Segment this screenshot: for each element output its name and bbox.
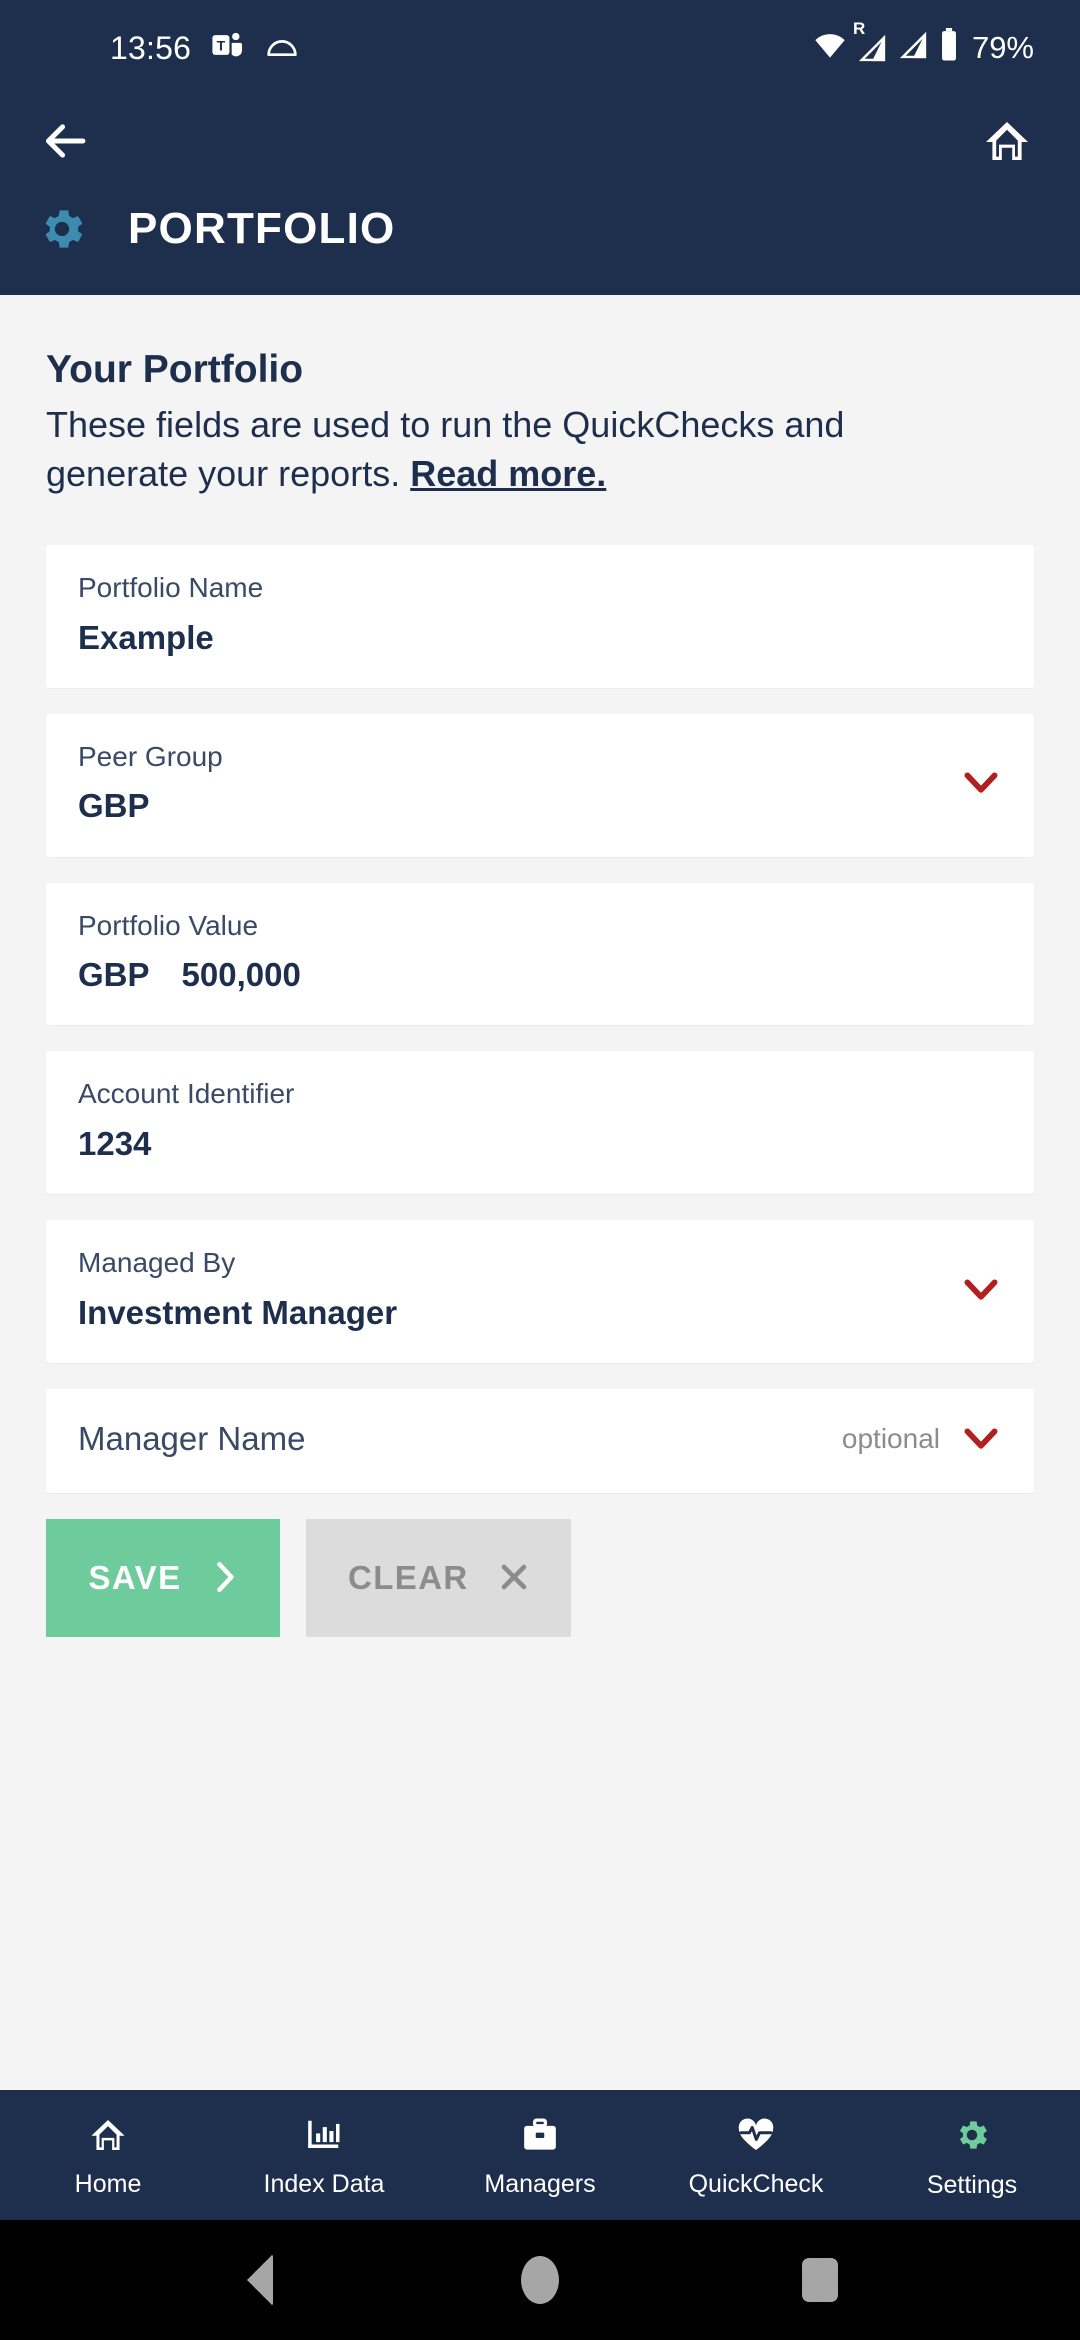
- teams-icon: T: [211, 28, 245, 67]
- form-field-card[interactable]: Account Identifier 1234: [46, 1051, 1034, 1195]
- nav-item-label: Managers: [484, 2170, 596, 2198]
- form-field-value-text: GBP: [78, 787, 150, 825]
- close-icon: [499, 1562, 529, 1595]
- phone-screen: 13:56 T R 79% PORTFOLIO Your Portfolio T…: [0, 0, 1080, 2340]
- main-content: Your Portfolio These fields are used to …: [0, 295, 1080, 2090]
- android-navigation-bar: [0, 2220, 1080, 2340]
- status-bar: 13:56 T R 79%: [0, 0, 1080, 95]
- form-field-trailing: [964, 1273, 998, 1307]
- section-description: These fields are used to run the QuickCh…: [46, 401, 876, 499]
- signal-icon-2: [897, 30, 929, 65]
- briefcase-icon: [521, 2117, 559, 2158]
- home-icon: [89, 2117, 127, 2158]
- nav-item-label: Index Data: [263, 2170, 385, 2198]
- form-field-value-text: 1234: [78, 1125, 152, 1163]
- save-button-label: SAVE: [88, 1559, 182, 1597]
- clear-button[interactable]: CLEAR: [306, 1519, 571, 1638]
- form-field-label: Portfolio Name: [78, 571, 264, 603]
- chevron-down-icon[interactable]: [964, 1422, 998, 1456]
- form-field-trailing: [964, 766, 998, 800]
- form-field-value: Investment Manager: [78, 1292, 944, 1333]
- read-more-link[interactable]: Read more.: [410, 453, 606, 494]
- android-back-button[interactable]: [205, 2225, 315, 2335]
- bottom-navigation: Home Index Data Managers QuickCheck Settings: [0, 2090, 1080, 2220]
- chevron-down-icon[interactable]: [964, 766, 998, 800]
- form-field-body: Managed By Investment Manager: [78, 1246, 944, 1333]
- signal-icon-1: R: [853, 20, 888, 63]
- portfolio-form: Portfolio Name Example Peer Group GBP Portfo…: [46, 544, 1034, 1494]
- back-button[interactable]: [34, 108, 100, 174]
- form-field-body: Manager Name: [78, 1419, 822, 1459]
- chevron-down-icon[interactable]: [964, 1273, 998, 1307]
- status-bar-right: R 79%: [813, 20, 1034, 67]
- nav-item-label: Settings: [926, 2171, 1018, 2199]
- gear-icon: [36, 203, 88, 255]
- home-button[interactable]: [974, 108, 1040, 174]
- page-title: PORTFOLIO: [128, 204, 396, 253]
- gear-icon: [953, 2116, 991, 2159]
- form-field-value-text: 500,000: [181, 956, 301, 994]
- form-field-card[interactable]: Portfolio Value GBP 500,000: [46, 882, 1034, 1026]
- nav-item-index-data[interactable]: Index Data: [216, 2113, 432, 2197]
- section-heading: Your Portfolio: [46, 348, 304, 391]
- form-field-label: Account Identifier: [78, 1078, 295, 1110]
- form-field-value-text: Investment Manager: [78, 1293, 398, 1331]
- clear-button-label: CLEAR: [348, 1559, 469, 1597]
- form-field-label: Peer Group: [78, 740, 223, 772]
- form-field-card[interactable]: Peer Group GBP: [46, 713, 1034, 857]
- form-field-label: Manager Name: [78, 1420, 306, 1458]
- roaming-label: R: [852, 18, 866, 38]
- save-button[interactable]: SAVE: [46, 1519, 280, 1638]
- chevron-right-icon: [212, 1561, 238, 1596]
- form-field-value: 1234: [78, 1123, 998, 1164]
- nav-item-managers[interactable]: Managers: [432, 2113, 648, 2197]
- battery-icon: [938, 28, 960, 67]
- form-field-body: Account Identifier 1234: [78, 1077, 998, 1164]
- form-field-value-text: Example: [78, 618, 214, 656]
- cloud-icon: [265, 31, 299, 64]
- form-field-value-prefix: GBP: [78, 956, 150, 994]
- nav-item-label: QuickCheck: [688, 2170, 824, 2198]
- nav-item-home[interactable]: Home: [0, 2113, 216, 2197]
- form-field-value: GBP 500,000: [78, 954, 998, 995]
- wifi-icon: [813, 31, 847, 64]
- form-field-value: Example: [78, 617, 998, 658]
- svg-text:T: T: [217, 39, 226, 55]
- battery-percent: 79%: [971, 29, 1034, 65]
- status-bar-left: 13:56 T: [110, 28, 299, 67]
- form-field-card[interactable]: Portfolio Name Example: [46, 544, 1034, 688]
- form-field-label: Portfolio Value: [78, 909, 259, 941]
- form-field-label: Managed By: [78, 1247, 236, 1279]
- android-recents-button[interactable]: [765, 2225, 875, 2335]
- form-field-card[interactable]: Manager Name optional: [46, 1389, 1034, 1494]
- form-actions: SAVE CLEAR: [46, 1519, 1034, 1638]
- app-bar: PORTFOLIO: [0, 95, 1080, 295]
- form-field-card[interactable]: Managed By Investment Manager: [46, 1220, 1034, 1364]
- nav-item-settings[interactable]: Settings: [864, 2112, 1080, 2198]
- form-field-trailing: optional: [842, 1422, 998, 1456]
- nav-item-quickcheck[interactable]: QuickCheck: [648, 2113, 864, 2197]
- app-bar-top-row: [0, 95, 1080, 187]
- heart-pulse-icon: [737, 2117, 775, 2158]
- android-home-button[interactable]: [485, 2225, 595, 2335]
- form-field-body: Portfolio Value GBP 500,000: [78, 909, 998, 996]
- form-field-value: GBP: [78, 785, 944, 826]
- optional-tag: optional: [841, 1423, 940, 1455]
- form-field-body: Peer Group GBP: [78, 740, 944, 827]
- app-bar-title-row: PORTFOLIO: [0, 203, 1080, 255]
- status-bar-clock: 13:56: [110, 29, 192, 66]
- nav-item-label: Home: [74, 2170, 142, 2198]
- bar-chart-icon: [305, 2117, 343, 2158]
- form-field-body: Portfolio Name Example: [78, 571, 998, 658]
